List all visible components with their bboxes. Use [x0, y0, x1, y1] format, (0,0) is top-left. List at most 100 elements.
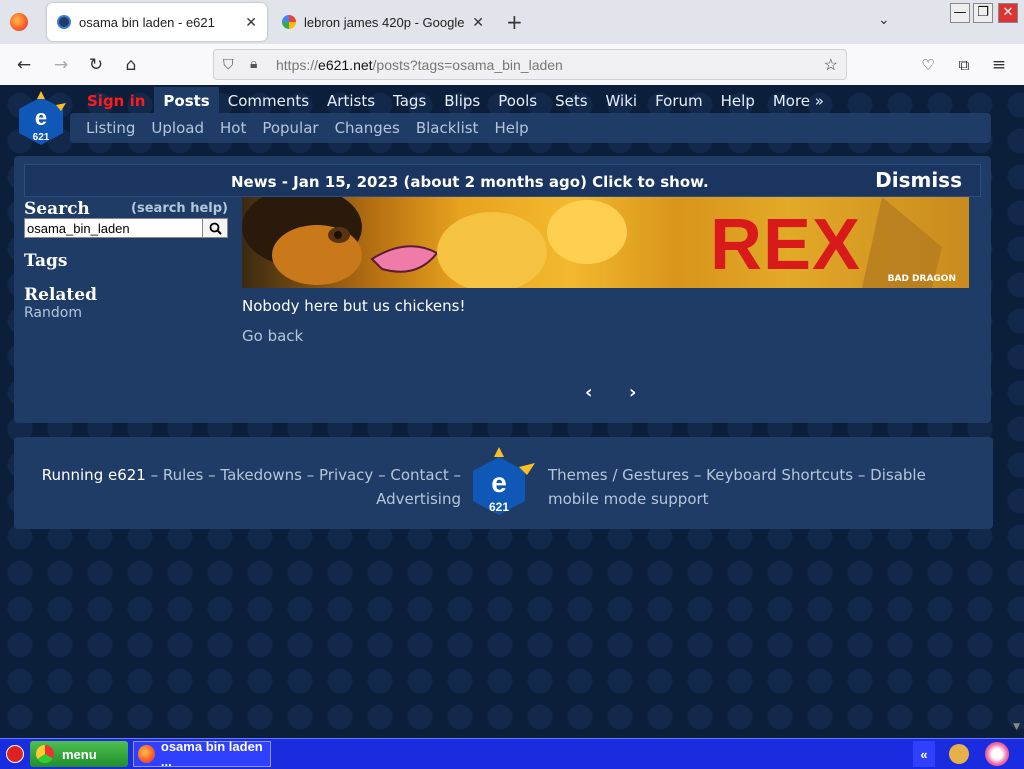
main-menu: Sign in Posts Comments Artists Tags Blip…: [78, 87, 833, 115]
scroll-down-icon[interactable]: ▼: [1013, 722, 1020, 732]
address-bar[interactable]: ⛉ 🔒︎ https://e621.net/posts?tags=osama_b…: [213, 49, 847, 80]
close-tab-icon[interactable]: ✕: [472, 14, 484, 31]
news-text[interactable]: News - Jan 15, 2023 (about 2 months ago)…: [231, 173, 709, 191]
url-path: /posts?tags=osama_bin_laden: [372, 57, 563, 73]
tab-google[interactable]: lebron james 420p - Google S ✕: [272, 3, 494, 41]
close-window-icon[interactable]: ✕: [998, 3, 1018, 23]
footer-running: Running e621: [41, 466, 146, 484]
firefox-menu-icon[interactable]: [10, 13, 28, 31]
reload-icon[interactable]: ↻: [83, 52, 109, 78]
extensions-icon[interactable]: ⧉: [951, 52, 977, 78]
url-prefix: https://: [276, 57, 319, 73]
subnav-changes[interactable]: Changes: [327, 119, 408, 137]
nav-artists[interactable]: Artists: [318, 87, 384, 115]
advertisement-banner[interactable]: REX BAD DRAGON: [242, 197, 969, 288]
search-button[interactable]: [202, 219, 227, 237]
tags-heading: Tags: [24, 251, 68, 271]
no-results-message: Nobody here but us chickens!: [242, 297, 466, 315]
tab-title: lebron james 420p - Google S: [304, 14, 467, 30]
close-tab-icon[interactable]: ✕: [245, 14, 257, 31]
footer-link-shortcuts[interactable]: Keyboard Shortcuts: [706, 466, 853, 484]
sub-menu: Listing Upload Hot Popular Changes Black…: [70, 113, 991, 143]
nav-more[interactable]: More »: [764, 87, 833, 115]
tray-app-icon[interactable]: [982, 741, 1012, 767]
nav-pools[interactable]: Pools: [489, 87, 546, 115]
google-favicon-icon: [282, 15, 296, 29]
nav-sets[interactable]: Sets: [546, 87, 596, 115]
footer-link-takedowns[interactable]: Takedowns: [220, 466, 302, 484]
related-heading: Related: [24, 285, 97, 305]
url-host: e621.net: [318, 57, 373, 73]
footer-link-privacy[interactable]: Privacy: [319, 466, 373, 484]
os-taskbar: menu osama bin laden ... «: [0, 738, 1024, 769]
shield-icon[interactable]: ⛉: [223, 56, 234, 73]
svg-text:e: e: [35, 105, 47, 130]
main-content-panel: News - Jan 15, 2023 (about 2 months ago)…: [14, 156, 991, 423]
footer-link-contact[interactable]: Contact: [390, 466, 448, 484]
previous-page-icon[interactable]: ‹: [585, 382, 592, 403]
nav-tags[interactable]: Tags: [384, 87, 435, 115]
footer-link-rules[interactable]: Rules: [163, 466, 203, 484]
back-icon[interactable]: ←: [11, 52, 37, 78]
nav-blips[interactable]: Blips: [435, 87, 489, 115]
url-text: https://e621.net/posts?tags=osama_bin_la…: [276, 57, 563, 73]
tab-title: osama bin laden - e621: [79, 14, 215, 30]
nav-wiki[interactable]: Wiki: [597, 87, 647, 115]
nav-posts[interactable]: Posts: [154, 87, 219, 115]
subnav-hot[interactable]: Hot: [212, 119, 254, 137]
tab-list-icon[interactable]: ⌄: [878, 12, 890, 28]
random-link[interactable]: Random: [24, 305, 82, 321]
forward-icon[interactable]: →: [48, 52, 74, 78]
search-box: [24, 218, 228, 238]
subnav-blacklist[interactable]: Blacklist: [408, 119, 487, 137]
e621-logo[interactable]: e 621: [14, 91, 68, 149]
nav-forum[interactable]: Forum: [646, 87, 712, 115]
tray-arrow-icon[interactable]: «: [913, 741, 935, 767]
pocket-icon[interactable]: ♡: [915, 52, 941, 78]
search-icon: [209, 222, 222, 235]
search-input[interactable]: [25, 219, 205, 237]
nav-help[interactable]: Help: [712, 87, 764, 115]
start-menu-button[interactable]: menu: [30, 741, 128, 767]
next-page-icon[interactable]: ›: [629, 382, 636, 403]
browser-tab-bar: osama bin laden - e621 ✕ lebron james 42…: [0, 0, 1024, 44]
go-back-link[interactable]: Go back: [242, 327, 303, 345]
footer: Running e621 – Rules – Takedowns – Priva…: [14, 437, 993, 529]
menu-logo-icon: [36, 745, 54, 763]
browser-nav-bar: ← → ↻ ⌂ ⛉ 🔒︎ https://e621.net/posts?tags…: [0, 44, 1024, 86]
news-banner: News - Jan 15, 2023 (about 2 months ago)…: [24, 164, 981, 197]
home-icon[interactable]: ⌂: [118, 52, 144, 78]
footer-link-themes[interactable]: Themes / Gestures: [548, 466, 689, 484]
nav-comments[interactable]: Comments: [219, 87, 318, 115]
search-help-link[interactable]: (search help): [131, 201, 228, 216]
svg-text:621: 621: [489, 500, 509, 514]
page-body: e 621 Sign in Posts Comments Artists Tag…: [0, 85, 1024, 738]
minimize-window-icon[interactable]: —: [950, 3, 970, 23]
subnav-help[interactable]: Help: [486, 119, 536, 137]
new-tab-icon[interactable]: +: [506, 10, 523, 34]
footer-left: Running e621 – Rules – Takedowns – Priva…: [41, 466, 461, 508]
bookmark-star-icon[interactable]: ☆: [824, 55, 838, 75]
footer-e621-logo[interactable]: e 621: [469, 445, 539, 523]
power-icon[interactable]: [3, 741, 27, 767]
lock-icon[interactable]: 🔒︎: [250, 55, 257, 72]
footer-right: Themes / Gestures – Keyboard Shortcuts –…: [548, 466, 926, 508]
svg-text:621: 621: [33, 132, 50, 143]
ad-brand: BAD DRAGON: [887, 274, 956, 284]
e621-favicon-icon: [57, 15, 71, 29]
maximize-window-icon[interactable]: ❐: [973, 3, 993, 23]
subnav-listing[interactable]: Listing: [78, 119, 143, 137]
nav-sign-in[interactable]: Sign in: [78, 87, 154, 115]
firefox-icon: [138, 745, 155, 763]
taskbar-task-label: osama bin laden ...: [160, 739, 263, 769]
subnav-upload[interactable]: Upload: [143, 119, 212, 137]
start-menu-label: menu: [62, 746, 97, 762]
taskbar-firefox-task[interactable]: osama bin laden ...: [133, 739, 271, 769]
svg-text:e: e: [491, 467, 507, 498]
tab-e621[interactable]: osama bin laden - e621 ✕: [47, 3, 267, 41]
subnav-popular[interactable]: Popular: [254, 119, 326, 137]
dismiss-button[interactable]: Dismiss: [875, 168, 962, 192]
hamburger-menu-icon[interactable]: ≡: [986, 52, 1012, 78]
tray-character-icon[interactable]: [945, 741, 973, 767]
footer-link-advertising[interactable]: Advertising: [376, 490, 461, 508]
